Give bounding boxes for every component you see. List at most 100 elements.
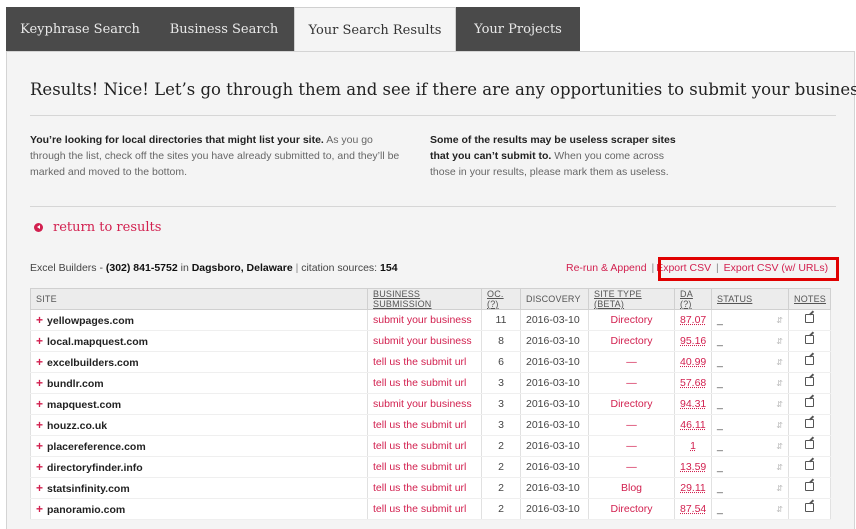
edit-note-icon[interactable] [805,314,814,323]
status-select[interactable]: _ ⇵ [711,435,789,457]
edit-note-icon[interactable] [805,377,814,386]
domain-authority[interactable]: 40.99 [674,351,712,373]
domain-authority[interactable]: 87.07 [674,309,712,331]
col-oc[interactable]: OC. (?) [481,288,521,310]
status-dropdown[interactable]: _ ⇵ [717,461,783,473]
status-dropdown[interactable]: _ ⇵ [717,377,783,389]
tab-your-projects[interactable]: Your Projects [456,7,580,52]
col-notes[interactable]: NOTES [788,288,831,310]
col-status[interactable]: STATUS [711,288,789,310]
rerun-append-link[interactable]: Re-run & Append [566,262,647,274]
edit-note-icon[interactable] [805,356,814,365]
col-business-submission[interactable]: BUSINESS SUBMISSION [367,288,482,310]
status-dropdown[interactable]: _ ⇵ [717,503,783,515]
tab-keyphrase-search[interactable]: Keyphrase Search [6,7,154,52]
notes-cell[interactable] [788,351,831,373]
site-type[interactable]: Directory [588,330,675,352]
domain-authority[interactable]: 29.11 [674,477,712,499]
tab-business-search[interactable]: Business Search [154,7,294,52]
notes-cell[interactable] [788,456,831,478]
domain-authority[interactable]: 13.59 [674,456,712,478]
discovery-date: 2016-03-10 [520,351,589,373]
edit-note-icon[interactable] [805,398,814,407]
expand-plus-icon[interactable]: + [36,313,43,327]
dropdown-caret-icon: ⇵ [776,483,783,493]
status-dropdown[interactable]: _ ⇵ [717,482,783,494]
col-da[interactable]: DA (?) [674,288,712,310]
business-submission-link[interactable]: tell us the submit url [367,435,482,457]
status-select[interactable]: _ ⇵ [711,414,789,436]
expand-plus-icon[interactable]: + [36,460,43,474]
site-type[interactable]: Directory [588,309,675,331]
col-site: SITE [30,288,368,310]
tab-your-search-results[interactable]: Your Search Results [294,7,456,53]
business-submission-link[interactable]: tell us the submit url [367,477,482,499]
domain-authority[interactable]: 46.11 [674,414,712,436]
status-select[interactable]: _ ⇵ [711,498,789,520]
status-dropdown[interactable]: _ ⇵ [717,440,783,452]
notes-cell[interactable] [788,393,831,415]
notes-cell[interactable] [788,372,831,394]
status-select[interactable]: _ ⇵ [711,309,789,331]
domain-authority-value: 29.11 [680,482,706,494]
domain-authority[interactable]: 87.54 [674,498,712,520]
business-submission-link[interactable]: tell us the submit url [367,351,482,373]
domain-authority[interactable]: 1 [674,435,712,457]
business-submission-link[interactable]: tell us the submit url [367,414,482,436]
expand-plus-icon[interactable]: + [36,502,43,516]
expand-plus-icon[interactable]: + [36,376,43,390]
expand-plus-icon[interactable]: + [36,481,43,495]
status-select[interactable]: _ ⇵ [711,456,789,478]
notes-cell[interactable] [788,309,831,331]
notes-cell[interactable] [788,330,831,352]
site-type[interactable]: Blog [588,477,675,499]
status-select[interactable]: _ ⇵ [711,477,789,499]
status-dropdown[interactable]: _ ⇵ [717,335,783,347]
status-select[interactable]: _ ⇵ [711,372,789,394]
status-select[interactable]: _ ⇵ [711,393,789,415]
domain-authority[interactable]: 57.68 [674,372,712,394]
discovery-date: 2016-03-10 [520,477,589,499]
expand-plus-icon[interactable]: + [36,334,43,348]
edit-note-icon[interactable] [805,440,814,449]
status-dropdown[interactable]: _ ⇵ [717,356,783,368]
edit-note-icon[interactable] [805,419,814,428]
domain-authority[interactable]: 95.16 [674,330,712,352]
expand-plus-icon[interactable]: + [36,418,43,432]
business-submission-link[interactable]: submit your business [367,330,482,352]
site-type[interactable]: — [588,456,675,478]
site-type[interactable]: — [588,414,675,436]
site-type[interactable]: Directory [588,498,675,520]
expand-plus-icon[interactable]: + [36,355,43,369]
dropdown-caret-icon: ⇵ [776,315,783,325]
edit-note-icon[interactable] [805,482,814,491]
return-to-results-link[interactable]: return to results [34,220,161,235]
business-submission-link[interactable]: tell us the submit url [367,372,482,394]
site-type[interactable]: Directory [588,393,675,415]
col-site-type[interactable]: SITE TYPE (BETA) [588,288,675,310]
status-dropdown[interactable]: _ ⇵ [717,398,783,410]
site-type[interactable]: — [588,351,675,373]
business-submission-link[interactable]: tell us the submit url [367,456,482,478]
edit-note-icon[interactable] [805,503,814,512]
business-submission-link[interactable]: submit your business [367,393,482,415]
expand-plus-icon[interactable]: + [36,439,43,453]
notes-cell[interactable] [788,435,831,457]
status-dropdown[interactable]: _ ⇵ [717,419,783,431]
occurrence-count: 8 [481,330,521,352]
business-submission-link[interactable]: submit your business [367,309,482,331]
business-submission-link[interactable]: tell us the submit url [367,498,482,520]
notes-cell[interactable] [788,477,831,499]
edit-note-icon[interactable] [805,461,814,470]
notes-cell[interactable] [788,498,831,520]
site-type[interactable]: — [588,372,675,394]
site-type[interactable]: — [588,435,675,457]
notes-cell[interactable] [788,414,831,436]
domain-authority[interactable]: 94.31 [674,393,712,415]
status-select[interactable]: _ ⇵ [711,330,789,352]
status-dropdown[interactable]: _ ⇵ [717,314,783,326]
status-select[interactable]: _ ⇵ [711,351,789,373]
site-cell: + excelbuilders.com [30,351,368,373]
expand-plus-icon[interactable]: + [36,397,43,411]
edit-note-icon[interactable] [805,335,814,344]
